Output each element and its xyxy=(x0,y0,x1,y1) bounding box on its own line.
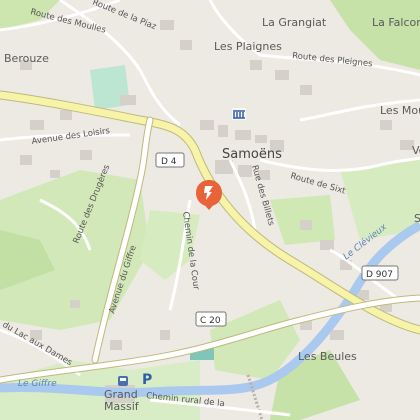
museum-icon[interactable] xyxy=(232,108,246,120)
svg-text:D 4: D 4 xyxy=(161,157,177,167)
svg-text:C 20: C 20 xyxy=(200,316,221,326)
map-svg: La Grangiat La Falcon Berouze Les Plaign… xyxy=(0,0,420,420)
place-samoens: Samoëns xyxy=(222,147,282,162)
place-les-mou: Les Mou xyxy=(380,104,420,117)
place-s: S xyxy=(414,212,420,225)
place-ve: Ve xyxy=(412,144,420,157)
place-la-falcon: La Falcon xyxy=(372,16,420,29)
shield-d4: D 4 xyxy=(155,152,185,168)
parking-icon[interactable]: P xyxy=(142,372,152,388)
svg-text:D 907: D 907 xyxy=(366,270,393,280)
place-grand-massif-2: Massif xyxy=(104,400,140,413)
svg-text:P: P xyxy=(142,372,152,388)
place-berouze: Berouze xyxy=(4,52,49,65)
map-canvas[interactable]: La Grangiat La Falcon Berouze Les Plaign… xyxy=(0,0,420,420)
shield-c20: C 20 xyxy=(195,311,227,327)
river-label-giffre: Le Giffre xyxy=(18,379,57,389)
place-les-plaignes: Les Plaignes xyxy=(214,40,282,53)
shield-d907: D 907 xyxy=(361,265,399,281)
place-les-beules: Les Beules xyxy=(298,350,357,363)
place-la-grangiat: La Grangiat xyxy=(262,16,327,29)
bus-icon[interactable] xyxy=(118,376,128,386)
